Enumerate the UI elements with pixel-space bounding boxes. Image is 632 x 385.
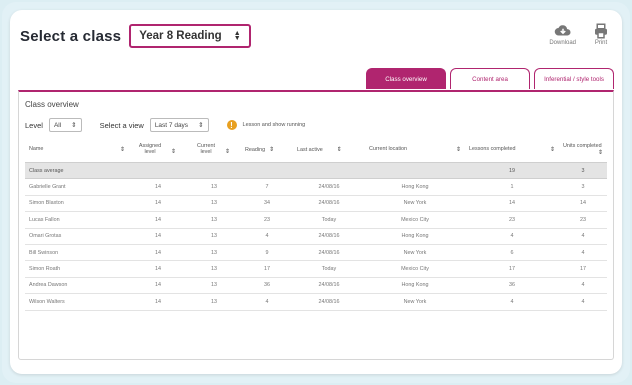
table-row[interactable]: Gabrielle Grant 14 13 7 24/08/16 Hong Ko…	[25, 178, 607, 196]
table-row[interactable]: Wilson Walters 14 13 4 24/08/16 New York…	[25, 293, 607, 311]
tab-content-area[interactable]: Content area	[450, 68, 530, 89]
select-arrows-icon: ▲ ▼	[233, 30, 241, 42]
print-label: Print	[594, 40, 608, 46]
class-overview-table: Name ⇕ Assigned level ⇕ Current level ⇕ Rea…	[25, 136, 607, 311]
table-row[interactable]: Omari Grotas 14 13 4 24/08/16 Hong Kong …	[25, 228, 607, 245]
student-name: Simon Blaxton	[25, 195, 129, 213]
column-header-current-location[interactable]: Current location ⇕	[365, 136, 465, 163]
level-select[interactable]: All ⇕	[48, 118, 82, 132]
column-header-assigned-level[interactable]: Assigned level ⇕	[129, 136, 187, 163]
column-header-name[interactable]: Name ⇕	[25, 136, 129, 163]
printer-icon	[595, 23, 607, 39]
student-name: Gabrielle Grant	[25, 178, 129, 196]
level-label: Level	[25, 120, 43, 130]
view-select[interactable]: Last 7 days ⇕	[149, 118, 209, 132]
sort-icon: ⇕	[549, 146, 555, 153]
level-value: All	[53, 121, 62, 129]
sort-icon: ⇕	[171, 149, 177, 155]
sort-icon: ⇕	[455, 146, 461, 153]
table-header-row: Name ⇕ Assigned level ⇕ Current level ⇕ Rea…	[25, 136, 607, 163]
toolbar: Download Print	[549, 22, 610, 46]
student-name: Simon Roath	[25, 260, 129, 278]
panel-title: Class overview	[25, 100, 79, 109]
student-name: Bill Swinson	[25, 244, 129, 262]
view-value: Last 7 days	[154, 121, 189, 129]
outer-frame: Select a class Year 8 Reading ▲ ▼ Downloa…	[2, 2, 630, 383]
table-row[interactable]: Simon Roath 14 13 17 Today Mexico City 1…	[25, 260, 607, 278]
sort-icon: ⇕	[119, 146, 125, 153]
column-header-last-active[interactable]: Last active ⇕	[293, 136, 365, 163]
column-header-units-completed[interactable]: Units completed ⇕	[559, 136, 607, 163]
class-overview-panel: Class overview Level All ⇕ Select a view…	[18, 90, 614, 360]
select-arrows-icon: ⇕	[71, 122, 77, 129]
sort-icon: ⇕	[225, 149, 231, 155]
class-select-value: Year 8 Reading	[139, 30, 222, 42]
class-report-card: Select a class Year 8 Reading ▲ ▼ Downloa…	[10, 10, 622, 374]
view-tabs: Class overview Content area Inferential …	[366, 68, 614, 89]
column-header-lessons-completed[interactable]: Lessons completed ⇕	[465, 136, 559, 163]
table-row[interactable]: Lucas Fallon 14 13 23 Today Mexico City …	[25, 211, 607, 229]
student-name: Lucas Fallon	[25, 211, 129, 229]
warning-icon: !	[226, 120, 237, 130]
sort-icon: ⇕	[597, 149, 603, 156]
print-button[interactable]: Print	[592, 22, 610, 46]
student-name: Omari Grotas	[25, 228, 129, 245]
download-button[interactable]: Download	[549, 22, 576, 46]
view-label: Select a view	[99, 120, 144, 130]
column-header-current-level[interactable]: Current level ⇕	[187, 136, 241, 163]
page-title: Select a class	[20, 27, 122, 45]
column-header-reading[interactable]: Reading ⇕	[241, 136, 293, 163]
tab-class-overview[interactable]: Class overview	[366, 68, 446, 89]
class-select[interactable]: Year 8 Reading ▲ ▼	[129, 24, 251, 48]
student-name: Andrea Dawson	[25, 277, 129, 295]
sort-icon: ⇕	[269, 146, 275, 153]
class-selector-row: Select a class Year 8 Reading ▲ ▼	[20, 24, 251, 48]
table-row[interactable]: Bill Swinson 14 13 9 24/08/16 New York 6…	[25, 244, 607, 262]
download-label: Download	[549, 40, 576, 46]
table-row[interactable]: Andrea Dawson 14 13 36 24/08/16 Hong Kon…	[25, 277, 607, 295]
student-name: Wilson Walters	[25, 293, 129, 311]
class-average-row: Class average 19 3	[25, 162, 607, 180]
warning-text: Lesson and show running	[242, 122, 306, 128]
download-cloud-icon	[554, 25, 571, 36]
select-arrows-icon: ⇕	[198, 122, 204, 129]
table-row[interactable]: Simon Blaxton 14 13 34 24/08/16 New York…	[25, 195, 607, 213]
tab-inferential-style-tools[interactable]: Inferential / style tools	[534, 68, 614, 89]
sort-icon: ⇕	[336, 146, 342, 153]
filter-controls: Level All ⇕ Select a view Last 7 days ⇕ …	[25, 118, 305, 132]
